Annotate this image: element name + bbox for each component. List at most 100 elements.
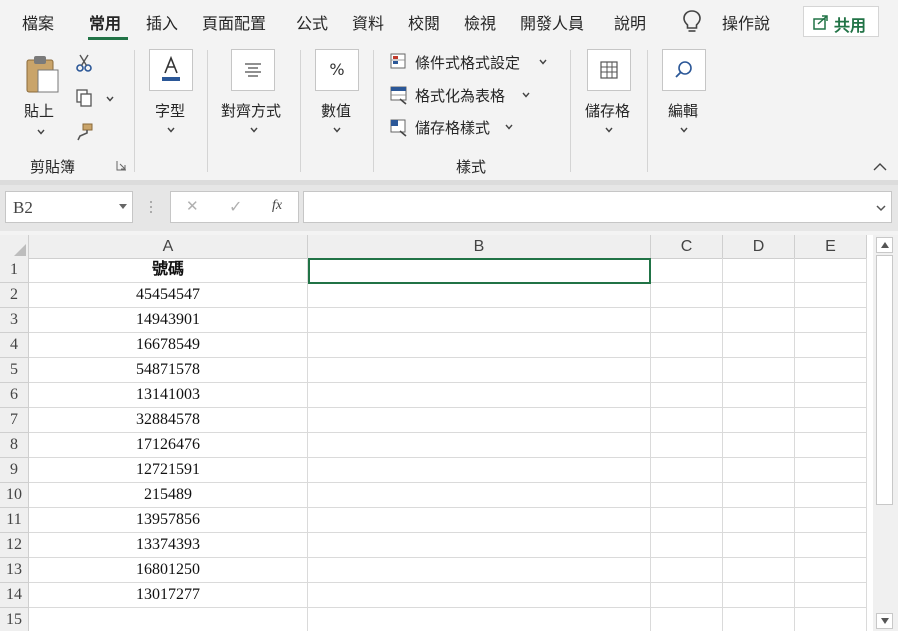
select-all-button[interactable] [0,235,29,259]
tab-developer[interactable]: 開發人員 [520,10,584,34]
cell-c9[interactable] [651,458,723,483]
row-header[interactable]: 14 [0,583,29,608]
cell-e15[interactable] [795,608,867,631]
cell-c3[interactable] [651,308,723,333]
cell-d11[interactable] [723,508,795,533]
row-header[interactable]: 5 [0,358,29,383]
cell-a5[interactable]: 54871578 [29,358,308,383]
cell-c1[interactable] [651,258,723,283]
cell-a3[interactable]: 14943901 [29,308,308,333]
paste-icon[interactable] [24,54,60,94]
cell-a7[interactable]: 32884578 [29,408,308,433]
cell-d15[interactable] [723,608,795,631]
cell-e1[interactable] [795,258,867,283]
cell-b11[interactable] [308,508,651,533]
chevron-down-icon[interactable] [333,126,341,134]
cell-e3[interactable] [795,308,867,333]
column-header-c[interactable]: C [651,235,723,259]
row-header[interactable]: 4 [0,333,29,358]
cell-d9[interactable] [723,458,795,483]
tab-help[interactable]: 說明 [614,10,646,34]
enter-button[interactable]: ✓ [229,197,242,216]
cell-a10[interactable]: 215489 [29,483,308,508]
lightbulb-icon[interactable] [680,8,704,34]
cell-e13[interactable] [795,558,867,583]
cell-c15[interactable] [651,608,723,631]
column-header-a[interactable]: A [29,235,308,259]
chevron-down-icon[interactable] [522,91,530,99]
cell-a4[interactable]: 16678549 [29,333,308,358]
tab-insert[interactable]: 插入 [146,10,178,34]
cell-b15[interactable] [308,608,651,631]
row-header[interactable]: 1 [0,258,29,283]
cells-button[interactable] [587,49,631,91]
cell-c13[interactable] [651,558,723,583]
row-header[interactable]: 12 [0,533,29,558]
share-button[interactable]: 共用 [803,6,879,37]
formula-input[interactable] [303,191,892,223]
tab-data[interactable]: 資料 [352,10,384,34]
cell-c11[interactable] [651,508,723,533]
vertical-scrollbar[interactable] [873,235,898,631]
number-button[interactable]: % [315,49,359,91]
cell-a13[interactable]: 16801250 [29,558,308,583]
cells-label[interactable]: 儲存格 [585,100,630,121]
paste-label[interactable]: 貼上 [24,100,54,121]
row-header[interactable]: 8 [0,433,29,458]
cell-a8[interactable]: 17126476 [29,433,308,458]
cell-styles-button[interactable]: 儲存格樣式 [415,117,490,138]
cell-a6[interactable]: 13141003 [29,383,308,408]
cell-c4[interactable] [651,333,723,358]
cell-b12[interactable] [308,533,651,558]
cell-d4[interactable] [723,333,795,358]
chevron-down-icon[interactable] [539,58,547,66]
cell-d10[interactable] [723,483,795,508]
cell-d14[interactable] [723,583,795,608]
cell-b6[interactable] [308,383,651,408]
cell-c10[interactable] [651,483,723,508]
tab-page-layout[interactable]: 頁面配置 [202,10,266,34]
cell-b8[interactable] [308,433,651,458]
cancel-entry-button[interactable]: ✕ [186,197,199,215]
row-header[interactable]: 11 [0,508,29,533]
cell-d13[interactable] [723,558,795,583]
cell-a15[interactable] [29,608,308,631]
cell-d6[interactable] [723,383,795,408]
cell-b13[interactable] [308,558,651,583]
cell-e14[interactable] [795,583,867,608]
font-label[interactable]: 字型 [155,100,185,121]
cell-e5[interactable] [795,358,867,383]
cell-a11[interactable]: 13957856 [29,508,308,533]
cell-a9[interactable]: 12721591 [29,458,308,483]
cell-c2[interactable] [651,283,723,308]
cut-icon[interactable] [74,53,94,73]
row-header[interactable]: 13 [0,558,29,583]
cell-b3[interactable] [308,308,651,333]
cell-d12[interactable] [723,533,795,558]
row-header[interactable]: 7 [0,408,29,433]
chevron-down-icon[interactable] [167,126,175,134]
worksheet-grid[interactable]: A B C D E 1 號碼 2 45454547 3 14943901 4 16678549 5 5487… [0,235,873,631]
cell-e7[interactable] [795,408,867,433]
cell-c5[interactable] [651,358,723,383]
column-header-b[interactable]: B [308,235,651,259]
tab-home[interactable]: 常用 [89,10,121,34]
cell-e10[interactable] [795,483,867,508]
alignment-button[interactable] [231,49,275,91]
row-header[interactable]: 10 [0,483,29,508]
cell-d2[interactable] [723,283,795,308]
cell-c12[interactable] [651,533,723,558]
row-header[interactable]: 6 [0,383,29,408]
cell-e11[interactable] [795,508,867,533]
insert-function-button[interactable]: fx [272,198,282,214]
row-header[interactable]: 2 [0,283,29,308]
collapse-ribbon-icon[interactable] [873,162,887,172]
cell-c7[interactable] [651,408,723,433]
tab-view[interactable]: 檢視 [464,10,496,34]
cell-b2[interactable] [308,283,651,308]
expand-formula-bar-icon[interactable] [876,204,886,212]
tab-review[interactable]: 校閱 [408,10,440,34]
cell-a2[interactable]: 45454547 [29,283,308,308]
cell-a1[interactable]: 號碼 [29,258,308,283]
cell-e8[interactable] [795,433,867,458]
